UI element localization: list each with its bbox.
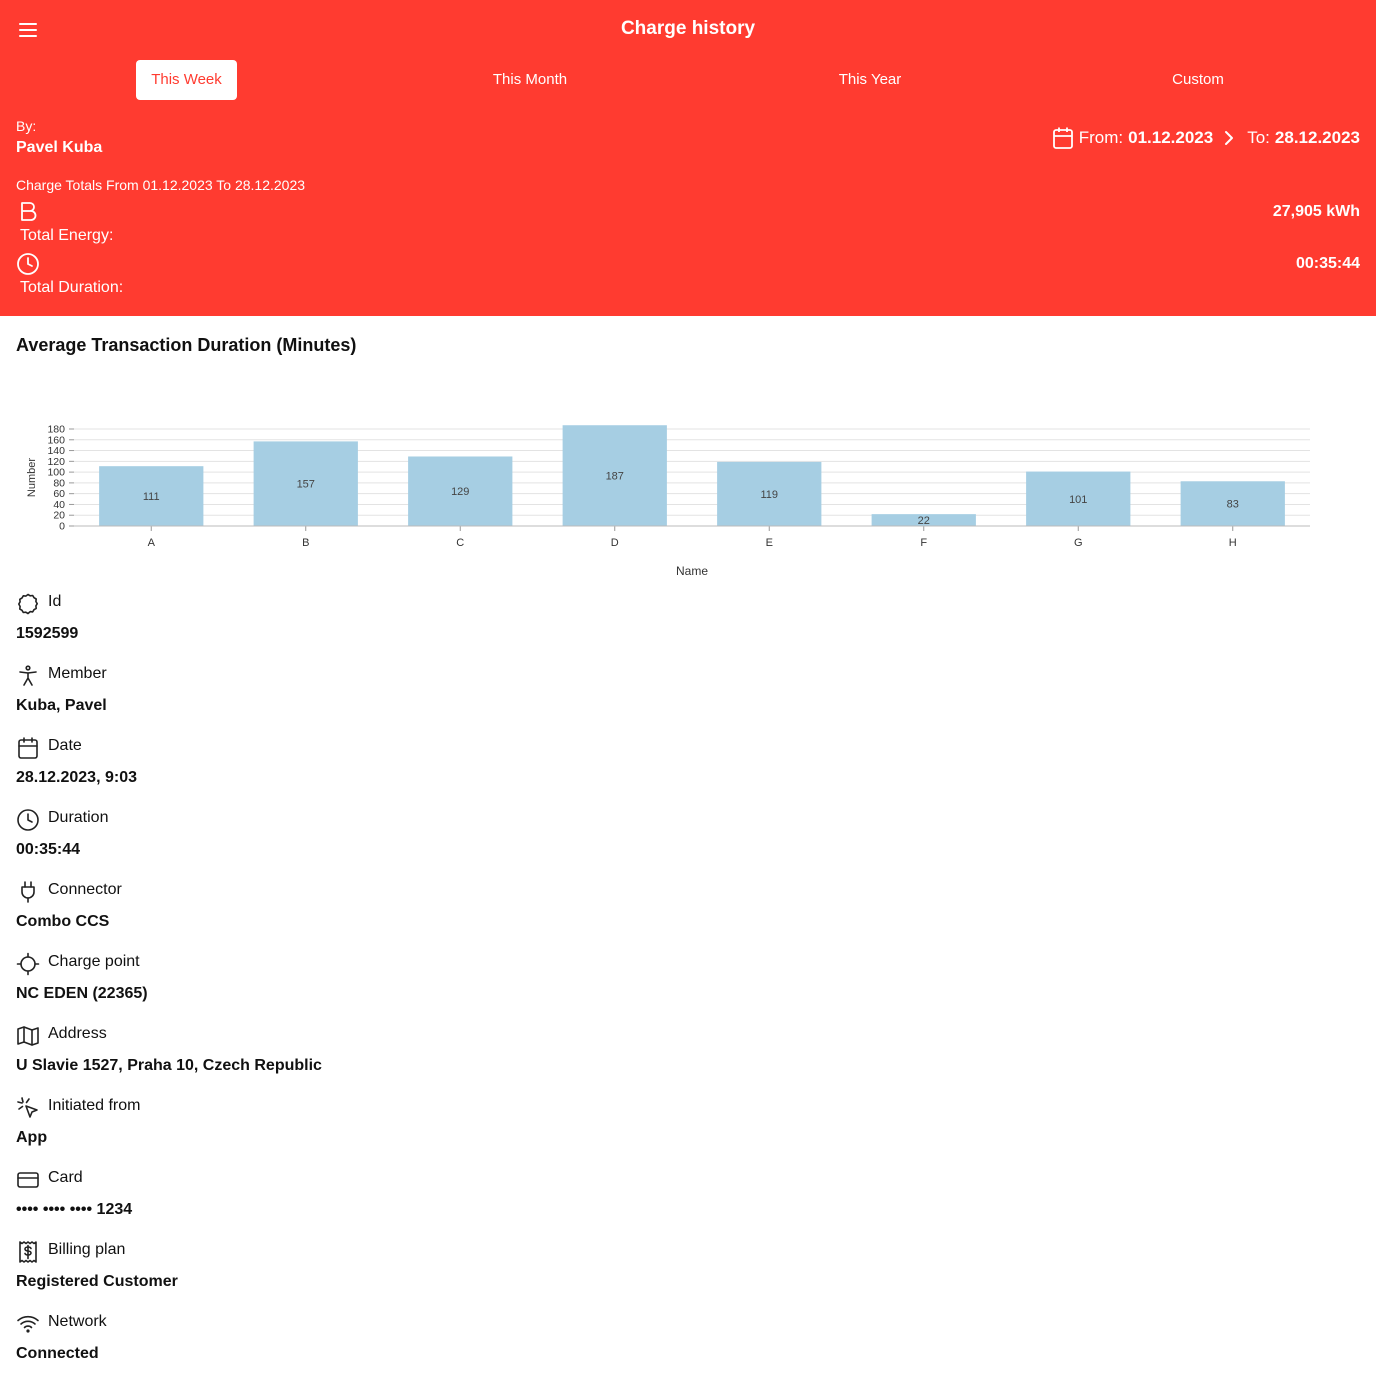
detail-label-duration: Duration bbox=[48, 809, 109, 826]
bar-value-label: 111 bbox=[143, 491, 160, 503]
y-tick-label: 120 bbox=[47, 456, 65, 468]
page-title: Charge history bbox=[620, 18, 756, 39]
duration-bar-chart: 020406080100120140160180 Number 111 A 157 B 12… bbox=[26, 424, 1310, 578]
detail-value-billing-plan: Registered Customer bbox=[16, 1273, 178, 1290]
x-tick-label: D bbox=[611, 537, 619, 549]
wifi-icon bbox=[16, 1312, 40, 1336]
total-duration-value: 00:35:44 bbox=[1295, 255, 1360, 272]
by-label: By: bbox=[16, 118, 37, 134]
chart-title: Average Transaction Duration (Minutes) bbox=[16, 335, 357, 355]
detail-value-id: 1592599 bbox=[16, 625, 79, 642]
pointer-click-icon bbox=[16, 1096, 40, 1120]
app-header: Charge history This Week This Month This… bbox=[0, 0, 1376, 316]
detail-value-duration: 00:35:44 bbox=[16, 841, 81, 858]
detail-label-initiated-from: Initiated from bbox=[48, 1097, 141, 1114]
y-axis-label: Number bbox=[26, 458, 38, 497]
detail-value-connector: Combo CCS bbox=[16, 913, 110, 930]
detail-label-address: Address bbox=[48, 1025, 107, 1042]
bar-value-label: 187 bbox=[606, 471, 624, 483]
detail-label-connector: Connector bbox=[48, 881, 122, 898]
date-range-picker[interactable]: From: 01.12.2023 To: 28.12.2023 bbox=[1052, 126, 1360, 150]
clock-icon bbox=[16, 252, 40, 276]
y-tick-label: 40 bbox=[53, 499, 65, 511]
calendar-icon bbox=[1052, 126, 1074, 150]
calendar-icon bbox=[16, 736, 40, 760]
from-label: From: bbox=[1078, 128, 1124, 147]
badge-icon bbox=[16, 592, 40, 616]
x-tick-label: H bbox=[1229, 537, 1237, 549]
bar-value-label: 101 bbox=[1069, 494, 1087, 506]
chevron-right-icon bbox=[1217, 126, 1241, 150]
credit-card-icon bbox=[16, 1168, 40, 1192]
detail-label-network: Network bbox=[48, 1313, 107, 1330]
detail-label-id: Id bbox=[48, 593, 62, 610]
plug-icon bbox=[16, 880, 40, 904]
totals-caption: Charge Totals From 01.12.2023 To 28.12.2… bbox=[16, 177, 306, 193]
detail-value-member: Kuba, Pavel bbox=[16, 697, 107, 714]
detail-value-network: Connected bbox=[16, 1345, 99, 1362]
detail-label-date: Date bbox=[48, 737, 82, 754]
x-tick-label: C bbox=[456, 537, 464, 549]
y-tick-label: 180 bbox=[47, 424, 65, 436]
detail-value-charge-point: NC EDEN (22365) bbox=[16, 985, 148, 1002]
to-label: To: bbox=[1247, 128, 1270, 147]
y-tick-label: 0 bbox=[59, 521, 65, 533]
receipt-dollar-icon bbox=[16, 1240, 40, 1264]
bar-value-label: 129 bbox=[451, 486, 469, 498]
detail-label-billing-plan: Billing plan bbox=[48, 1241, 126, 1258]
total-energy-value: 27,905 kWh bbox=[1272, 203, 1360, 220]
tab-this-year[interactable]: This Year bbox=[810, 60, 930, 100]
x-tick-label: F bbox=[920, 537, 927, 549]
bar-value-label: 22 bbox=[918, 515, 930, 527]
bar-value-label: 119 bbox=[760, 489, 778, 501]
detail-value-date: 28.12.2023, 9:03 bbox=[16, 769, 137, 786]
map-icon bbox=[16, 1024, 40, 1048]
to-date: 28.12.2023 bbox=[1274, 128, 1360, 147]
from-date: 01.12.2023 bbox=[1128, 128, 1214, 147]
detail-label-card: Card bbox=[48, 1169, 83, 1186]
detail-label-charge-point: Charge point bbox=[48, 953, 140, 970]
tab-this-week[interactable]: This Week bbox=[136, 60, 237, 100]
y-tick-label: 100 bbox=[47, 467, 65, 479]
detail-value-card: •••• •••• •••• 1234 bbox=[16, 1201, 133, 1218]
bar-value-label: 157 bbox=[297, 479, 315, 491]
tab-custom[interactable]: Custom bbox=[1148, 60, 1248, 100]
total-duration-label: Total Duration: bbox=[20, 279, 124, 296]
x-tick-label: G bbox=[1074, 537, 1083, 549]
detail-label-member: Member bbox=[48, 665, 107, 682]
x-axis-label: Name bbox=[676, 564, 708, 578]
total-energy-label: Total Energy: bbox=[20, 227, 114, 244]
x-tick-label: B bbox=[302, 537, 309, 549]
bolt-icon bbox=[16, 200, 40, 224]
y-tick-label: 20 bbox=[53, 510, 65, 522]
crosshair-icon bbox=[16, 952, 40, 976]
person-icon bbox=[16, 664, 40, 688]
y-tick-label: 160 bbox=[47, 434, 65, 446]
x-tick-label: A bbox=[148, 537, 156, 549]
tab-this-month[interactable]: This Month bbox=[470, 60, 590, 100]
detail-value-address: U Slavie 1527, Praha 10, Czech Republic bbox=[16, 1057, 322, 1074]
x-tick-label: E bbox=[766, 537, 773, 549]
detail-value-initiated-from: App bbox=[16, 1129, 48, 1146]
by-user-name: Pavel Kuba bbox=[16, 139, 103, 156]
y-tick-label: 60 bbox=[53, 488, 65, 500]
clock-icon bbox=[16, 808, 40, 832]
y-tick-label: 80 bbox=[53, 477, 65, 489]
bar-value-label: 83 bbox=[1227, 499, 1239, 511]
y-tick-label: 140 bbox=[47, 445, 65, 457]
